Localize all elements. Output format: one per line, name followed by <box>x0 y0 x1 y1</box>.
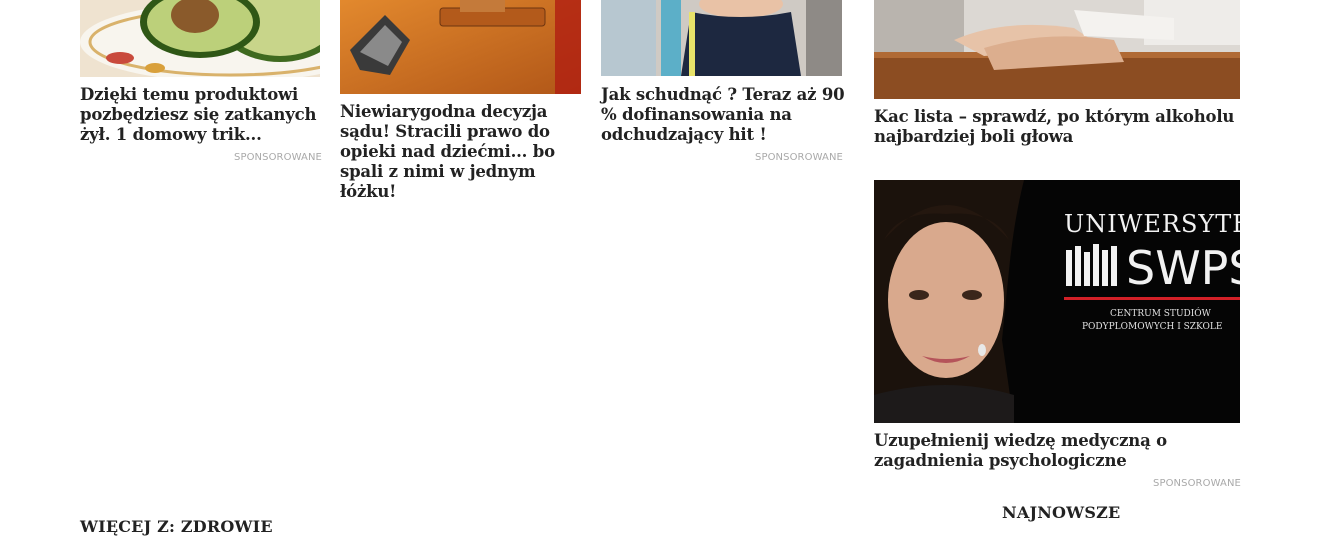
court-gavel-photo <box>340 0 581 94</box>
article-2-title[interactable]: Niewiarygodna decyzja sądu! Stracili pra… <box>340 102 580 202</box>
article-4-image[interactable] <box>874 0 1240 99</box>
article-4-title[interactable]: Kac lista – sprawdź, po którym alkoholu … <box>874 107 1240 147</box>
swps-ad-photo: UNIWERSYTE SWPS CENTRUM STUDIÓW PODYPLOM… <box>874 180 1240 423</box>
article-2-image[interactable] <box>340 0 581 94</box>
article-5-title[interactable]: Uzupełnienij wiedzę medyczną o zagadnien… <box>874 431 1240 471</box>
sponsored-label: SPONSOROWANE <box>1153 478 1241 489</box>
avocado-photo <box>80 0 320 77</box>
ad-brand-line1: UNIWERSYTE <box>1064 210 1240 238</box>
sponsored-label: SPONSOROWANE <box>755 152 843 163</box>
article-1-image[interactable] <box>80 0 320 77</box>
article-1-title[interactable]: Dzięki temu produktowi pozbędziesz się z… <box>80 85 320 145</box>
latest-section-heading: NAJNOWSZE <box>1002 503 1121 522</box>
fitness-body-photo <box>601 0 842 76</box>
more-from-section-heading[interactable]: WIĘCEJ Z: ZDROWIE <box>80 517 273 536</box>
article-3-image[interactable] <box>601 0 842 76</box>
hands-on-table-photo <box>874 0 1240 99</box>
ad-brand-line2: SWPS <box>1126 241 1240 295</box>
article-3-title[interactable]: Jak schudnąć ? Teraz aż 90 % dofinansowa… <box>601 85 846 145</box>
ad-caption-line2: PODYPLOMOWYCH I SZKOLE <box>1082 322 1222 332</box>
ad-caption-line1: CENTRUM STUDIÓW <box>1110 307 1212 319</box>
article-5-image[interactable]: UNIWERSYTE SWPS CENTRUM STUDIÓW PODYPLOM… <box>874 180 1240 423</box>
sponsored-label: SPONSOROWANE <box>234 152 322 163</box>
